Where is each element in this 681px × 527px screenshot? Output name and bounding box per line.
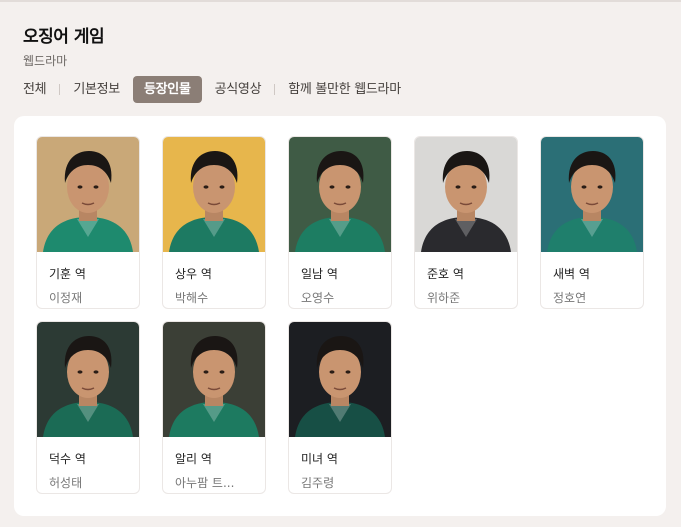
tab-basic-info[interactable]: 기본정보 <box>64 76 129 103</box>
actor-name[interactable]: 허성태 <box>49 474 139 491</box>
cast-photo[interactable] <box>163 137 265 252</box>
actor-name[interactable]: 위하준 <box>427 289 517 306</box>
cast-photo[interactable] <box>37 322 139 437</box>
character-name[interactable]: 준호 역 <box>427 265 517 282</box>
cast-photo[interactable] <box>37 137 139 252</box>
actor-name[interactable]: 아누팜 트... <box>175 474 265 491</box>
character-name[interactable]: 기훈 역 <box>49 265 139 282</box>
cast-photo[interactable] <box>541 137 643 252</box>
actor-name[interactable]: 이정재 <box>49 289 139 306</box>
page-title[interactable]: 오징어 게임 <box>23 22 105 47</box>
search-result-panel: 오징어 게임 웹드라마 전체 기본정보 등장인물 공식영상 함께 볼만한 웹드라… <box>0 0 681 527</box>
tab-bar: 전체 기본정보 등장인물 공식영상 함께 볼만한 웹드라마 <box>14 76 410 103</box>
cast-card: 기훈 역 이정재 상우 역 박해수 일남 역 오영수 준호 역 위하준 새벽 역 정호연 덕수 역허… <box>14 116 666 516</box>
character-name[interactable]: 새벽 역 <box>553 265 643 282</box>
actor-name[interactable]: 김주령 <box>301 474 391 491</box>
cast-member-card[interactable]: 새벽 역정호연 <box>540 136 644 309</box>
character-name[interactable]: 미녀 역 <box>301 450 391 467</box>
cast-member-card[interactable]: 일남 역오영수 <box>288 136 392 309</box>
cast-photo[interactable] <box>289 137 391 252</box>
character-name[interactable]: 알리 역 <box>175 450 265 467</box>
cast-member-card[interactable]: 알리 역아누팜 트... <box>162 321 266 494</box>
tab-divider <box>59 84 61 95</box>
actor-name[interactable]: 오영수 <box>301 289 391 306</box>
cast-photo[interactable] <box>289 322 391 437</box>
tab-characters[interactable]: 등장인물 <box>132 76 202 103</box>
character-name[interactable]: 일남 역 <box>301 265 391 282</box>
cast-member-card[interactable]: 상우 역박해수 <box>162 136 266 309</box>
character-name[interactable]: 덕수 역 <box>49 450 139 467</box>
tab-divider <box>274 84 276 95</box>
cast-member-card[interactable]: 덕수 역허성태 <box>36 321 140 494</box>
cast-member-card[interactable]: 기훈 역이정재 <box>36 136 140 309</box>
tab-all[interactable]: 전체 <box>14 76 55 103</box>
character-name[interactable]: 상우 역 <box>175 265 265 282</box>
page-subtitle: 웹드라마 <box>23 54 68 68</box>
cast-member-card[interactable]: 미녀 역김주령 <box>288 321 392 494</box>
tab-related-dramas[interactable]: 함께 볼만한 웹드라마 <box>279 76 410 103</box>
actor-name[interactable]: 정호연 <box>553 289 643 306</box>
actor-name[interactable]: 박해수 <box>175 289 265 306</box>
cast-member-card[interactable]: 준호 역위하준 <box>414 136 518 309</box>
cast-photo[interactable] <box>415 137 517 252</box>
cast-grid: 기훈 역 이정재 상우 역 박해수 일남 역 오영수 준호 역 위하준 새벽 역 정호연 덕수 역허… <box>36 136 644 494</box>
cast-photo[interactable] <box>163 322 265 437</box>
tab-official-videos[interactable]: 공식영상 <box>206 76 271 103</box>
